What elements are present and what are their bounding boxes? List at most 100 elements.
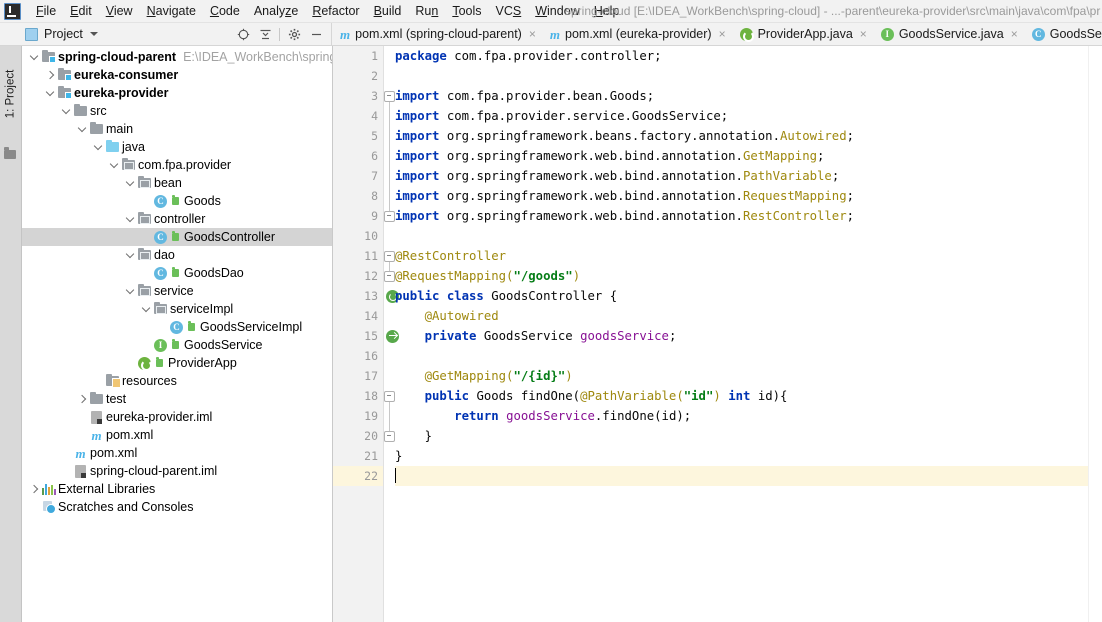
tree-node-main[interactable]: main	[22, 120, 332, 138]
chevron-down-icon[interactable]	[60, 102, 72, 120]
tree-node-spring-cloud-parent[interactable]: spring-cloud-parent E:\IDEA_WorkBench\spr…	[22, 48, 332, 66]
project-tree[interactable]: spring-cloud-parent E:\IDEA_WorkBench\spr…	[22, 46, 333, 622]
menu-item-run[interactable]: Run	[408, 2, 445, 20]
sidebar-tab-project[interactable]: 1: Project	[0, 48, 21, 140]
tree-node-goods[interactable]: C Goods	[22, 192, 332, 210]
menu-item-code[interactable]: Code	[203, 2, 247, 20]
tree-node-resources[interactable]: resources	[22, 372, 332, 390]
chevron-down-icon[interactable]	[89, 32, 98, 36]
gutter-line-4[interactable]: 4	[333, 106, 383, 126]
code-line-10[interactable]	[395, 226, 1088, 246]
tree-node-src[interactable]: src	[22, 102, 332, 120]
gutter-line-15[interactable]: 15	[333, 326, 399, 346]
chevron-down-icon[interactable]	[76, 120, 88, 138]
tree-node-scratches-and-consoles[interactable]: Scratches and Consoles	[22, 498, 332, 516]
chevron-down-icon[interactable]	[92, 138, 104, 156]
gutter-line-2[interactable]: 2	[333, 66, 383, 86]
locate-in-tree-icon[interactable]	[232, 23, 254, 45]
menu-item-file[interactable]: File	[29, 2, 63, 20]
editor-gutter[interactable]: 1 2 3 4 5 6 7 8 9 10 11 12 13 14 15 16 17 18 19 20 21 22	[333, 46, 399, 622]
gear-icon[interactable]	[283, 23, 305, 45]
chevron-down-icon[interactable]	[124, 210, 136, 228]
code-line-3[interactable]: import com.fpa.provider.bean.Goods;	[395, 86, 1088, 106]
gutter-line-19[interactable]: 19	[333, 406, 383, 426]
code-line-20[interactable]: }	[395, 426, 1088, 446]
tree-node-service[interactable]: service	[22, 282, 332, 300]
editor-scrollbar[interactable]	[1088, 46, 1102, 622]
tree-node-eureka-consumer[interactable]: eureka-consumer	[22, 66, 332, 84]
code-line-4[interactable]: import com.fpa.provider.service.GoodsSer…	[395, 106, 1088, 126]
code-line-16[interactable]	[395, 346, 1088, 366]
gutter-line-12[interactable]: 12	[333, 266, 383, 286]
code-line-17[interactable]: @GetMapping("/{id}")	[395, 366, 1088, 386]
fold-marker-line-18[interactable]	[384, 386, 395, 406]
chevron-down-icon[interactable]	[124, 174, 136, 192]
code-line-9[interactable]: import org.springframework.web.bind.anno…	[395, 206, 1088, 226]
code-line-11[interactable]: @RestController	[395, 246, 1088, 266]
tree-node-goodsserviceimpl[interactable]: C GoodsServiceImpl	[22, 318, 332, 336]
code-line-1[interactable]: package com.fpa.provider.controller;	[395, 46, 1088, 66]
tree-node-com-fpa-provider[interactable]: com.fpa.provider	[22, 156, 332, 174]
menu-item-vcs[interactable]: VCS	[489, 2, 529, 20]
chevron-right-icon[interactable]	[76, 390, 88, 408]
gutter-line-22[interactable]: 22	[333, 466, 383, 486]
tree-node-providerapp[interactable]: ProviderApp	[22, 354, 332, 372]
tree-node-dao[interactable]: dao	[22, 246, 332, 264]
code-line-13[interactable]: public class GoodsController {	[395, 286, 1088, 306]
gutter-line-8[interactable]: 8	[333, 186, 383, 206]
code-line-18[interactable]: public Goods findOne(@PathVariable("id")…	[395, 386, 1088, 406]
chevron-down-icon[interactable]	[124, 246, 136, 264]
code-line-8[interactable]: import org.springframework.web.bind.anno…	[395, 186, 1088, 206]
gutter-line-13[interactable]: 13	[333, 286, 399, 306]
editor-tab-pom-xml-eureka-provider[interactable]: m pom.xml (eureka-provider) ×	[542, 23, 732, 45]
tree-node-serviceimpl[interactable]: serviceImpl	[22, 300, 332, 318]
menu-item-build[interactable]: Build	[367, 2, 409, 20]
menu-item-edit[interactable]: Edit	[63, 2, 99, 20]
gutter-line-20[interactable]: 20	[333, 426, 383, 446]
tree-node-controller[interactable]: controller	[22, 210, 332, 228]
tree-node-external-libraries[interactable]: External Libraries	[22, 480, 332, 498]
tree-node-eureka-provider-iml[interactable]: eureka-provider.iml	[22, 408, 332, 426]
menu-item-view[interactable]: View	[99, 2, 140, 20]
gutter-line-7[interactable]: 7	[333, 166, 383, 186]
code-line-14[interactable]: @Autowired	[395, 306, 1088, 326]
fold-marker-line-11[interactable]	[384, 246, 395, 266]
fold-marker-line-9[interactable]	[384, 206, 395, 226]
structure-folder-icon[interactable]	[4, 147, 16, 159]
code-line-5[interactable]: import org.springframework.beans.factory…	[395, 126, 1088, 146]
editor-tab-pom-xml-spring-cloud-parent[interactable]: m pom.xml (spring-cloud-parent) ×	[332, 23, 542, 45]
gutter-line-10[interactable]: 10	[333, 226, 383, 246]
gutter-line-11[interactable]: 11	[333, 246, 383, 266]
chevron-down-icon[interactable]	[124, 282, 136, 300]
gutter-line-14[interactable]: 14	[333, 306, 383, 326]
tree-node-bean[interactable]: bean	[22, 174, 332, 192]
code-line-12[interactable]: @RequestMapping("/goods")	[395, 266, 1088, 286]
menu-item-tools[interactable]: Tools	[445, 2, 488, 20]
gutter-line-6[interactable]: 6	[333, 146, 383, 166]
chevron-right-icon[interactable]	[44, 66, 56, 84]
chevron-down-icon[interactable]	[28, 48, 40, 66]
gutter-line-21[interactable]: 21	[333, 446, 383, 466]
tree-node-spring-cloud-parent-iml[interactable]: spring-cloud-parent.iml	[22, 462, 332, 480]
tree-node-pom-xml[interactable]: m pom.xml	[22, 426, 332, 444]
editor-tab-goodsserviceim[interactable]: C GoodsServiceIm	[1024, 23, 1102, 45]
gutter-line-9[interactable]: 9	[333, 206, 383, 226]
collapse-all-icon[interactable]	[254, 23, 276, 45]
code-line-19[interactable]: return goodsService.findOne(id);	[395, 406, 1088, 426]
fold-marker-line-12[interactable]	[384, 266, 395, 286]
code-line-21[interactable]: }	[395, 446, 1088, 466]
fold-marker-line-3[interactable]	[384, 86, 395, 106]
menu-item-navigate[interactable]: Navigate	[140, 2, 203, 20]
chevron-down-icon[interactable]	[140, 300, 152, 318]
chevron-down-icon[interactable]	[108, 156, 120, 174]
close-icon[interactable]: ×	[1011, 28, 1018, 40]
tree-node-pom-xml[interactable]: m pom.xml	[22, 444, 332, 462]
tree-node-goodscontroller[interactable]: C GoodsController	[22, 228, 332, 246]
code-line-15[interactable]: private GoodsService goodsService;	[395, 326, 1088, 346]
gutter-line-3[interactable]: 3	[333, 86, 383, 106]
minimize-icon[interactable]	[305, 23, 327, 45]
code-editor[interactable]: 1 2 3 4 5 6 7 8 9 10 11 12 13 14 15 16 17 18 19 20 21 22 pack…	[333, 46, 1102, 622]
code-line-6[interactable]: import org.springframework.web.bind.anno…	[395, 146, 1088, 166]
editor-tab-goodsservice-java[interactable]: I GoodsService.java ×	[873, 23, 1024, 45]
tree-node-test[interactable]: test	[22, 390, 332, 408]
